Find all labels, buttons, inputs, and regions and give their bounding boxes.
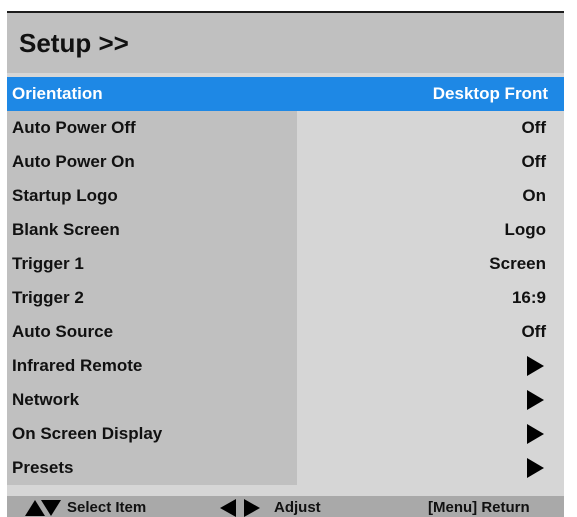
menu-item-label: Orientation	[12, 84, 103, 103]
menu-item-value: Screen	[489, 254, 546, 273]
page-title: Setup >>	[19, 27, 129, 58]
return-hint-label: [Menu] Return	[428, 499, 530, 516]
menu-item-label: On Screen Display	[12, 424, 163, 443]
menu-item-auto-source[interactable]: Auto Source Off	[7, 315, 564, 349]
return-hint: [Menu] Return	[428, 496, 530, 517]
menu-item-label: Network	[12, 390, 80, 409]
menu-item-label: Auto Power On	[12, 152, 135, 171]
adjust-hint: Adjust	[220, 496, 321, 517]
menu-item-value: Off	[521, 118, 546, 137]
select-item-hint: Select Item	[25, 496, 146, 517]
menu-item-label: Presets	[12, 458, 74, 477]
menu-item-trigger-2[interactable]: Trigger 2 16:9	[7, 281, 564, 315]
menu-item-trigger-1[interactable]: Trigger 1 Screen	[7, 247, 564, 281]
submenu-arrow-icon	[527, 458, 544, 478]
menu-item-label: Trigger 1	[12, 254, 84, 273]
submenu-arrow-icon	[527, 390, 544, 410]
submenu-arrow-icon	[527, 356, 544, 376]
osd-menu-window: Setup >> Orientation Desktop Front Auto …	[7, 11, 564, 517]
menu-item-label: Auto Source	[12, 322, 114, 341]
menu-item-presets[interactable]: Presets	[7, 451, 564, 485]
select-item-hint-label: Select Item	[67, 499, 147, 516]
down-arrow-icon	[41, 499, 61, 516]
menu-item-label: Infrared Remote	[12, 356, 143, 375]
menu-item-network[interactable]: Network	[7, 383, 564, 417]
menu-item-auto-power-on[interactable]: Auto Power On Off	[7, 145, 564, 179]
menu-item-startup-logo[interactable]: Startup Logo On	[7, 179, 564, 213]
menu-item-value: Off	[521, 322, 546, 341]
right-arrow-icon	[244, 498, 260, 517]
menu-item-value: On	[522, 186, 546, 205]
menu-item-auto-power-off[interactable]: Auto Power Off Off	[7, 111, 564, 145]
menu-item-value: Desktop Front	[432, 84, 548, 103]
menu-item-value: 16:9	[511, 288, 546, 307]
menu-header: Setup >>	[7, 13, 564, 73]
menu-item-infrared-remote[interactable]: Infrared Remote	[7, 349, 564, 383]
left-arrow-icon	[220, 498, 236, 517]
adjust-hint-label: Adjust	[274, 499, 321, 516]
menu-item-value: Off	[521, 152, 546, 171]
menu-item-blank-screen[interactable]: Blank Screen Logo	[7, 213, 564, 247]
menu-item-label: Trigger 2	[12, 288, 84, 307]
menu-item-on-screen-display[interactable]: On Screen Display	[7, 417, 564, 451]
menu-item-label: Startup Logo	[12, 186, 118, 205]
menu-item-value: Logo	[504, 220, 546, 239]
menu-item-orientation[interactable]: Orientation Desktop Front	[7, 77, 564, 111]
menu-item-label: Auto Power Off	[12, 118, 136, 137]
setup-menu-list: Orientation Desktop Front Auto Power Off…	[7, 77, 564, 485]
submenu-arrow-icon	[527, 424, 544, 444]
menu-item-label: Blank Screen	[12, 220, 120, 239]
footer-hint-bar: Select Item Adjust [Menu] Return	[7, 496, 564, 517]
